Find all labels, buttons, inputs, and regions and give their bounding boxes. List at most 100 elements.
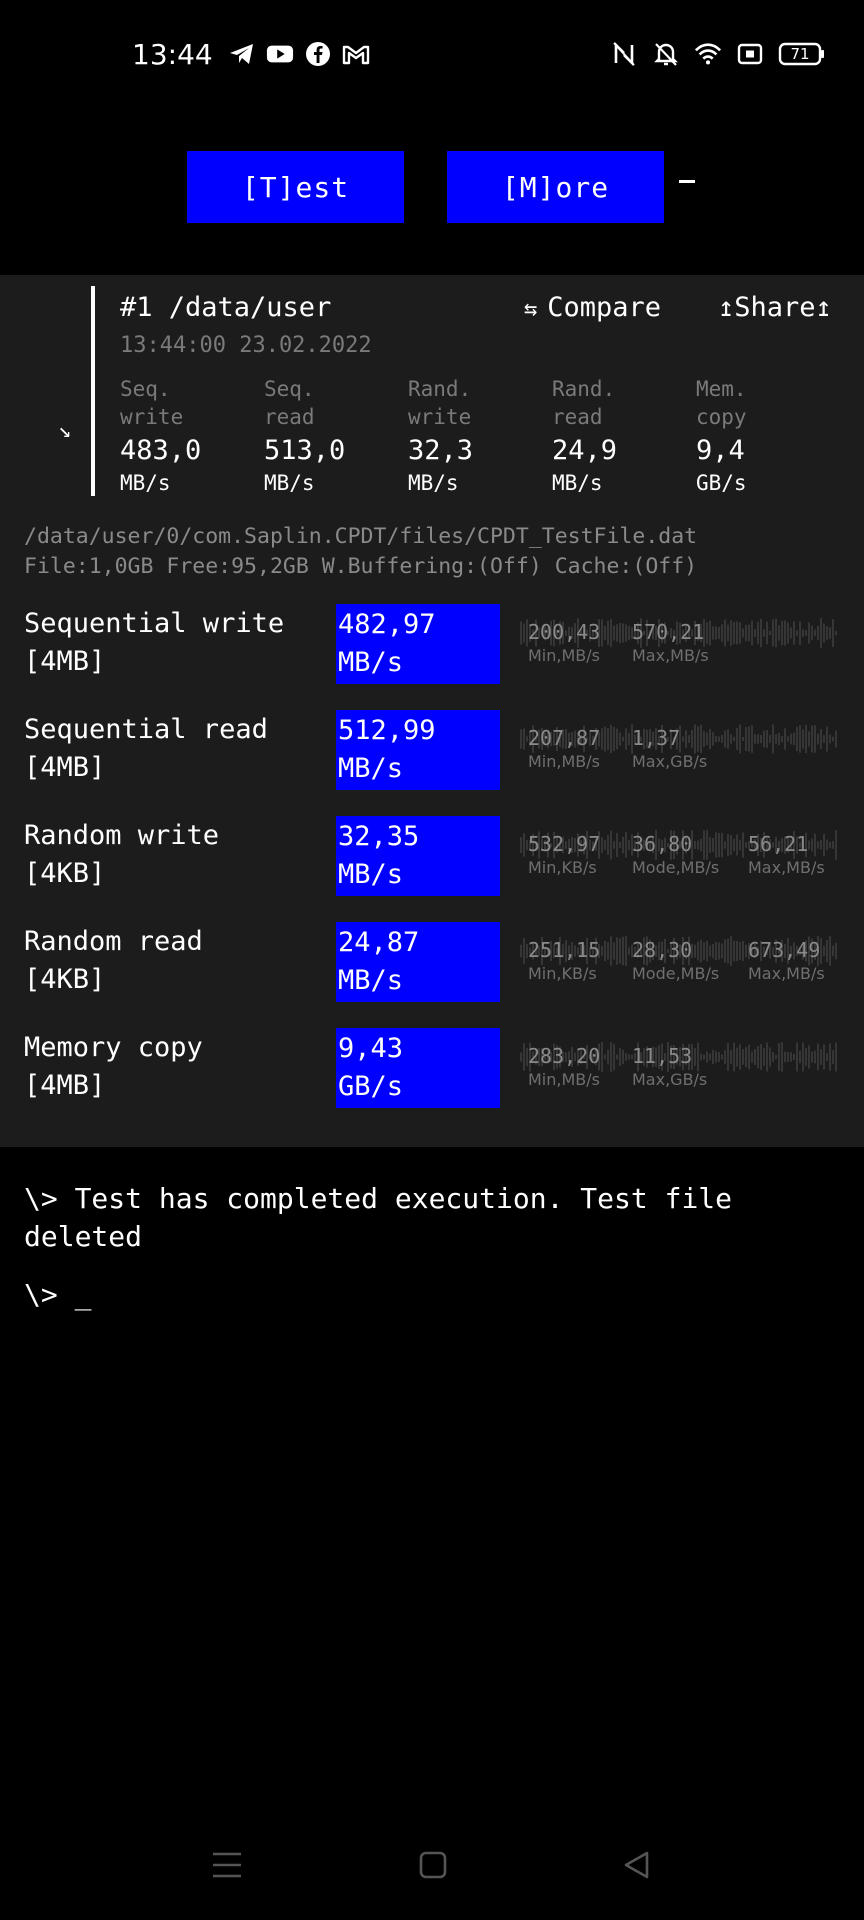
sparkline-bar bbox=[805, 724, 807, 754]
sparkline-bar bbox=[754, 734, 756, 744]
test-stat: 251,15 Min,KB/s bbox=[528, 937, 600, 985]
sparkline-bar bbox=[628, 1054, 630, 1060]
summary-col: Seq. write 483,0 MB/s bbox=[120, 375, 250, 498]
summary-unit: MB/s bbox=[408, 471, 459, 495]
sparkline-bar bbox=[835, 1042, 837, 1072]
sparkline-bar bbox=[754, 1049, 756, 1065]
menu-nav-icon[interactable] bbox=[211, 1850, 243, 1884]
sparkline-bar bbox=[625, 624, 627, 642]
test-button[interactable]: [T]est bbox=[187, 151, 404, 223]
sparkline-bar bbox=[709, 728, 711, 750]
sparkline-bar bbox=[709, 620, 711, 646]
sparkline-bar bbox=[616, 728, 618, 750]
sparkline-bar bbox=[793, 732, 795, 746]
compare-label: Compare bbox=[547, 292, 662, 323]
stat-label: Max,MB/s bbox=[748, 964, 825, 983]
stat-label: Max,MB/s bbox=[748, 858, 825, 877]
file-path: /data/user/0/com.Saplin.CPDT/files/CPDT_… bbox=[24, 524, 698, 549]
stat-label: Min,MB/s bbox=[528, 646, 600, 665]
sparkline-bar bbox=[742, 736, 744, 742]
sparkline-bar bbox=[760, 618, 762, 648]
sparkline-bar bbox=[823, 623, 825, 643]
home-nav-icon[interactable] bbox=[418, 1850, 448, 1884]
stat-value: 283,20 bbox=[528, 1044, 601, 1068]
sparkline-bar bbox=[607, 1049, 609, 1065]
sparkline-bar bbox=[829, 627, 831, 639]
sparkline-bar bbox=[784, 1051, 786, 1063]
sparkline-bar bbox=[727, 1043, 729, 1071]
stat-label: Min,MB/s bbox=[528, 1070, 600, 1089]
summary-unit: MB/s bbox=[552, 471, 603, 495]
sparkline-bar bbox=[727, 833, 729, 857]
test-stat: 36,80 Mode,MB/s bbox=[632, 831, 719, 879]
sparkline-bar bbox=[616, 1054, 618, 1060]
sparkline-bar bbox=[799, 1050, 801, 1064]
sparkline-bar bbox=[718, 1052, 720, 1062]
sparkline-bar bbox=[748, 726, 750, 752]
sparkline-bar bbox=[808, 731, 810, 747]
sparkline-bar bbox=[835, 942, 837, 960]
stat-value: 11,53 bbox=[632, 1044, 693, 1068]
nfc-icon bbox=[610, 40, 638, 68]
sparkline-bar bbox=[823, 1044, 825, 1070]
sparkline-bar bbox=[619, 732, 621, 746]
sparkline-bar bbox=[796, 1042, 798, 1072]
sparkline-bar bbox=[787, 1052, 789, 1062]
sparkline-bar bbox=[775, 618, 777, 648]
test-stat: 570,21 Max,MB/s bbox=[632, 619, 709, 667]
sparkline-bar bbox=[613, 942, 615, 960]
sparkline-bar bbox=[622, 836, 624, 854]
sparkline-bar bbox=[826, 1053, 828, 1061]
back-nav-icon[interactable] bbox=[622, 1850, 652, 1884]
sparkline-bar bbox=[607, 835, 609, 855]
sparkline-bar bbox=[727, 938, 729, 964]
sparkline-bar bbox=[799, 725, 801, 753]
sparkline-bar bbox=[826, 939, 828, 963]
stat-value: 36,80 bbox=[632, 832, 693, 856]
test-value: 512,99 bbox=[338, 715, 436, 746]
more-button[interactable]: [M]ore bbox=[447, 151, 664, 223]
sparkline-bar bbox=[766, 1042, 768, 1072]
test-result-box: 24,87 MB/s bbox=[336, 922, 500, 1002]
sparkline-bar bbox=[820, 618, 822, 648]
sparkline-bar bbox=[730, 620, 732, 646]
screen-record-icon bbox=[736, 40, 764, 68]
sparkline-bar bbox=[736, 1047, 738, 1067]
test-unit: MB/s bbox=[338, 753, 404, 784]
test-stat: 200,43 Min,MB/s bbox=[528, 619, 600, 667]
test-label: Random read [4KB] bbox=[24, 923, 203, 999]
test-label: Random write [4KB] bbox=[24, 817, 219, 893]
summary-label: Rand. bbox=[408, 377, 472, 401]
sparkline-bar bbox=[724, 619, 726, 647]
sparkline-bar bbox=[829, 936, 831, 966]
compare-button[interactable]: ⇆ Compare bbox=[524, 292, 661, 323]
sparkline-bar bbox=[826, 726, 828, 752]
sparkline-bar bbox=[757, 1045, 759, 1069]
share-button[interactable]: ↥Share↥ bbox=[718, 292, 832, 323]
test-stat: 11,53 Max,GB/s bbox=[632, 1043, 707, 1091]
sparkline-bar bbox=[523, 623, 525, 643]
sparkline-bar bbox=[610, 936, 612, 966]
sparkline-bar bbox=[613, 625, 615, 641]
collapse-arrow-icon[interactable]: ↘ bbox=[58, 418, 71, 443]
test-label: Memory copy [4MB] bbox=[24, 1029, 203, 1105]
sparkline-bar bbox=[712, 732, 714, 746]
stat-value: 56,21 bbox=[748, 832, 809, 856]
cursor bbox=[679, 180, 695, 183]
sparkline-bar bbox=[733, 1042, 735, 1072]
sparkline-bar bbox=[724, 730, 726, 748]
status-time: 13:44 bbox=[132, 38, 213, 71]
sparkline-bar bbox=[751, 1051, 753, 1063]
sparkline-bar bbox=[751, 725, 753, 753]
console-prompt[interactable]: \> _ bbox=[24, 1278, 91, 1311]
file-info: File:1,0GB Free:95,2GB W.Buffering:(Off)… bbox=[24, 554, 698, 579]
sparkline-bar bbox=[835, 630, 837, 636]
test-stat: 283,20 Min,MB/s bbox=[528, 1043, 600, 1091]
sparkline-bar bbox=[769, 735, 771, 743]
sparkline-bar bbox=[736, 941, 738, 961]
sparkline-bar bbox=[799, 621, 801, 645]
sparkline-bar bbox=[622, 1049, 624, 1065]
sparkline-bar bbox=[604, 625, 606, 641]
sparkline-bar bbox=[745, 624, 747, 642]
result-timestamp: 13:44:00 23.02.2022 bbox=[120, 333, 372, 358]
